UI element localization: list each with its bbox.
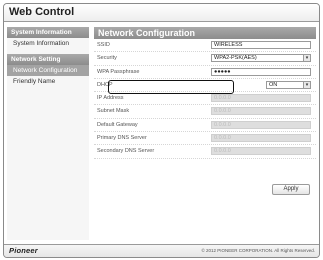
secondary-dns-row: Secondary DNS Server 0.0.0.0 [94,145,316,159]
chevron-down-icon: ▾ [303,81,310,88]
default-gateway-field: 0.0.0.0 [211,120,311,129]
copyright-text: © 2012 PIONEER CORPORATION. All Rights R… [201,248,315,253]
security-label: Security [97,55,117,62]
apply-button[interactable]: Apply [272,184,310,195]
sidebar-heading-system-information: System Information [7,27,89,38]
subnet-mask-field: 0.0.0.0 [211,107,311,116]
sidebar-item-friendly-name[interactable]: Friendly Name [7,76,89,87]
sidebar: System Information System Information Ne… [7,27,89,240]
window-title: Web Control [4,4,319,22]
ssid-row: SSID [94,39,316,53]
dhcp-label: DHCP [97,81,113,88]
wpa-passphrase-field[interactable]: ●●●●● [211,67,311,76]
wpa-passphrase-row: WPA Passphrase ●●●●● [94,66,316,79]
security-row: Security WPA2-PSK(AES) ▾ [94,52,316,66]
primary-dns-field: 0.0.0.0 [211,134,311,143]
primary-dns-row: Primary DNS Server 0.0.0.0 [94,132,316,146]
dhcp-select[interactable]: ON ▾ [266,80,311,89]
dhcp-row: DHCP ON ▾ [94,79,316,93]
ip-address-row: IP Address 0.0.0.0 [94,92,316,106]
secondary-dns-label: Secondary DNS Server [97,148,155,155]
pioneer-logo: Pioneer [9,246,38,255]
default-gateway-row: Default Gateway 0.0.0.0 [94,119,316,133]
footer: Pioneer © 2012 PIONEER CORPORATION. All … [4,244,319,257]
wpa-passphrase-label: WPA Passphrase [97,68,140,75]
web-control-window: Web Control System Information System In… [3,3,320,258]
default-gateway-label: Default Gateway [97,121,138,128]
network-configuration-panel: Network Configuration SSID Security WPA2… [94,27,316,240]
security-select[interactable]: WPA2-PSK(AES) ▾ [211,54,311,63]
sidebar-item-system-information[interactable]: System Information [7,38,89,49]
ssid-field[interactable] [211,41,311,49]
subnet-mask-row: Subnet Mask 0.0.0.0 [94,105,316,119]
ip-address-label: IP Address [97,95,124,102]
primary-dns-label: Primary DNS Server [97,135,147,142]
security-value: WPA2-PSK(AES) [214,55,257,62]
secondary-dns-field: 0.0.0.0 [211,147,311,156]
dhcp-value: ON [269,81,278,88]
page-title: Network Configuration [94,27,316,39]
sidebar-heading-network-setting: Network Setting [7,54,89,65]
content-area: System Information System Information Ne… [4,22,319,244]
subnet-mask-label: Subnet Mask [97,108,130,115]
ip-address-field: 0.0.0.0 [211,94,311,103]
chevron-down-icon: ▾ [303,55,310,62]
ssid-label: SSID [97,42,110,48]
sidebar-item-network-configuration[interactable]: Network Configuration [7,65,89,76]
